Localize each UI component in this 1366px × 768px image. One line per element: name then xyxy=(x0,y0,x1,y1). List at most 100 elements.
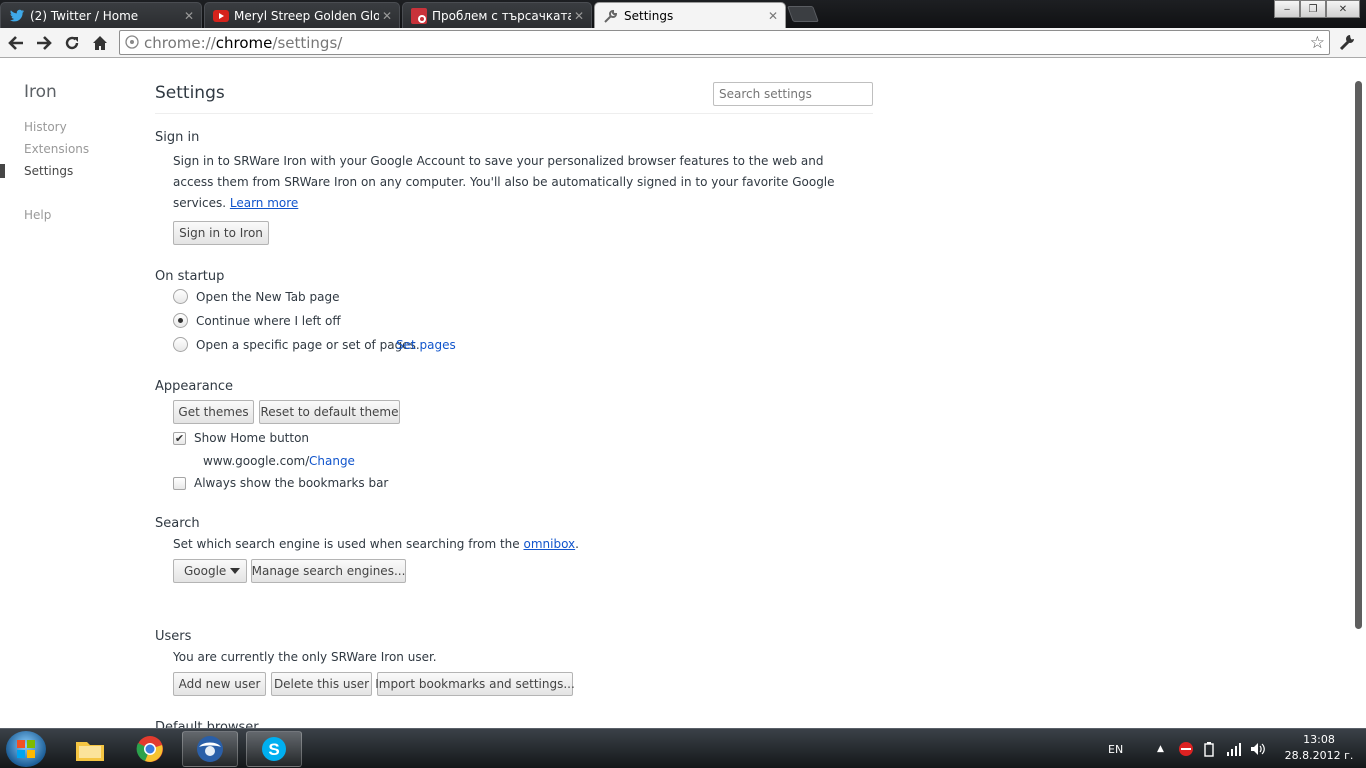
manage-search-engines-button[interactable]: Manage search engines... xyxy=(251,559,406,583)
windows-logo-icon xyxy=(17,740,35,758)
nav-item-settings[interactable]: Settings xyxy=(24,164,73,178)
settings-nav: Iron History Extensions Settings Help xyxy=(0,59,140,728)
omnibox[interactable]: chrome://chrome/settings/ ☆ xyxy=(119,30,1330,55)
clock-date: 28.8.2012 г. xyxy=(1284,749,1354,762)
svg-text:S: S xyxy=(268,740,279,759)
url-scheme: chrome:// xyxy=(144,33,216,52)
chrome-taskbar-icon[interactable] xyxy=(122,731,178,767)
startup-option-newtab: Open the New Tab page xyxy=(196,290,340,304)
home-url: www.google.com/ xyxy=(203,454,310,468)
signin-description-line2: access them from SRWare Iron on any comp… xyxy=(173,175,835,189)
signin-description-line1: Sign in to SRWare Iron with your Google … xyxy=(173,154,824,168)
tab-youtube[interactable]: Meryl Streep Golden Globes ✕ xyxy=(204,2,400,28)
startup-radio-continue[interactable] xyxy=(173,313,188,328)
close-button[interactable]: ✕ xyxy=(1326,0,1360,18)
wrench-icon xyxy=(603,8,619,24)
header-divider xyxy=(155,113,873,114)
section-title-startup: On startup xyxy=(155,269,225,284)
sign-in-button[interactable]: Sign in to Iron xyxy=(173,221,269,245)
wrench-menu-icon[interactable] xyxy=(1339,33,1357,55)
start-button[interactable] xyxy=(6,731,46,767)
nav-item-extensions[interactable]: Extensions xyxy=(24,142,89,156)
window-controls: ‒ ❐ ✕ xyxy=(1274,0,1360,18)
search-engine-select[interactable]: Google xyxy=(173,559,247,583)
section-title-default-browser: Default browser xyxy=(155,720,259,728)
new-tab-button[interactable] xyxy=(787,6,819,22)
users-description: You are currently the only SRWare Iron u… xyxy=(173,650,437,664)
url-path: /settings/ xyxy=(272,33,343,52)
bookmark-star-icon[interactable]: ☆ xyxy=(1310,33,1325,53)
reload-icon[interactable] xyxy=(62,33,82,53)
power-icon[interactable] xyxy=(1202,729,1216,768)
import-bookmarks-button[interactable]: Import bookmarks and settings... xyxy=(375,672,575,696)
tab-settings[interactable]: Settings ✕ xyxy=(594,2,786,29)
nav-item-history[interactable]: History xyxy=(24,120,67,134)
bookmarks-bar-checkbox[interactable] xyxy=(173,477,186,490)
network-icon[interactable] xyxy=(1226,729,1242,768)
search-description-end: . xyxy=(575,537,579,551)
minimize-button[interactable]: ‒ xyxy=(1274,0,1300,18)
tab-close-icon[interactable]: ✕ xyxy=(765,9,781,23)
settings-page: Iron History Extensions Settings Help Se… xyxy=(0,59,1366,728)
add-new-user-button[interactable]: Add new user xyxy=(173,672,266,696)
iron-taskbar-icon[interactable] xyxy=(182,731,238,767)
youtube-icon xyxy=(213,8,229,24)
system-clock[interactable]: 13:08 28.8.2012 г. xyxy=(1284,732,1354,764)
page-icon xyxy=(125,35,139,53)
skype-taskbar-icon[interactable]: S xyxy=(246,731,302,767)
tab-title: Settings xyxy=(624,9,674,23)
search-description-text: Set which search engine is used when sea… xyxy=(173,537,524,551)
signin-description-line3: services. Learn more xyxy=(173,193,298,214)
tab-forum[interactable]: Проблем с търсачката ✕ xyxy=(402,2,592,28)
explorer-taskbar-icon[interactable] xyxy=(62,731,118,767)
delete-user-button[interactable]: Delete this user xyxy=(271,672,372,696)
tab-title: (2) Twitter / Home xyxy=(30,8,139,23)
volume-icon[interactable] xyxy=(1250,729,1266,768)
back-icon[interactable] xyxy=(6,33,26,53)
startup-radio-newtab[interactable] xyxy=(173,289,188,304)
show-hidden-icons-icon[interactable]: ▲ xyxy=(1157,729,1164,768)
omnibox-link[interactable]: omnibox xyxy=(523,537,575,551)
home-icon[interactable] xyxy=(90,33,110,53)
section-title-users: Users xyxy=(155,629,192,644)
clock-time: 13:08 xyxy=(1303,733,1335,746)
section-title-appearance: Appearance xyxy=(155,379,234,394)
change-home-link[interactable]: Change xyxy=(309,451,355,472)
tab-twitter[interactable]: (2) Twitter / Home ✕ xyxy=(0,2,202,28)
get-themes-button[interactable]: Get themes xyxy=(173,400,254,424)
tab-title: Проблем с търсачката xyxy=(432,8,571,23)
vertical-scrollbar[interactable] xyxy=(1355,81,1362,629)
forward-icon[interactable] xyxy=(34,33,54,53)
bookmarks-bar-label: Always show the bookmarks bar xyxy=(194,476,389,490)
tray-app-icon[interactable] xyxy=(1178,729,1194,768)
reset-theme-button[interactable]: Reset to default theme xyxy=(259,400,400,424)
show-home-checkbox[interactable]: ✔ xyxy=(173,432,186,445)
tab-title: Meryl Streep Golden Globes xyxy=(234,8,379,23)
signin-description-text: services. xyxy=(173,196,230,210)
search-description: Set which search engine is used when sea… xyxy=(173,534,579,555)
startup-option-specific: Open a specific page or set of pages. xyxy=(196,338,420,352)
section-title-signin: Sign in xyxy=(155,130,200,145)
nav-item-help[interactable]: Help xyxy=(24,208,51,222)
tab-close-icon[interactable]: ✕ xyxy=(379,9,395,23)
language-indicator[interactable]: EN xyxy=(1108,729,1123,768)
page-title: Settings xyxy=(155,83,225,103)
chevron-down-icon xyxy=(230,568,240,574)
forum-icon xyxy=(411,7,427,24)
browser-toolbar: chrome://chrome/settings/ ☆ xyxy=(0,28,1366,58)
maximize-button[interactable]: ❐ xyxy=(1300,0,1326,18)
learn-more-link[interactable]: Learn more xyxy=(230,196,298,210)
startup-option-continue: Continue where I left off xyxy=(196,314,341,328)
tab-strip: (2) Twitter / Home ✕ Meryl Streep Golden… xyxy=(0,0,1366,29)
show-home-label: Show Home button xyxy=(194,431,310,445)
url-host: chrome xyxy=(215,33,273,52)
nav-brand: Iron xyxy=(24,82,57,102)
nav-selection-indicator xyxy=(0,164,5,178)
startup-radio-specific[interactable] xyxy=(173,337,188,352)
set-pages-link[interactable]: Set pages xyxy=(396,335,456,356)
tab-close-icon[interactable]: ✕ xyxy=(181,9,197,23)
tab-close-icon[interactable]: ✕ xyxy=(571,9,587,23)
search-settings-input[interactable] xyxy=(713,82,873,106)
section-title-search: Search xyxy=(155,516,200,531)
twitter-icon xyxy=(9,8,25,24)
